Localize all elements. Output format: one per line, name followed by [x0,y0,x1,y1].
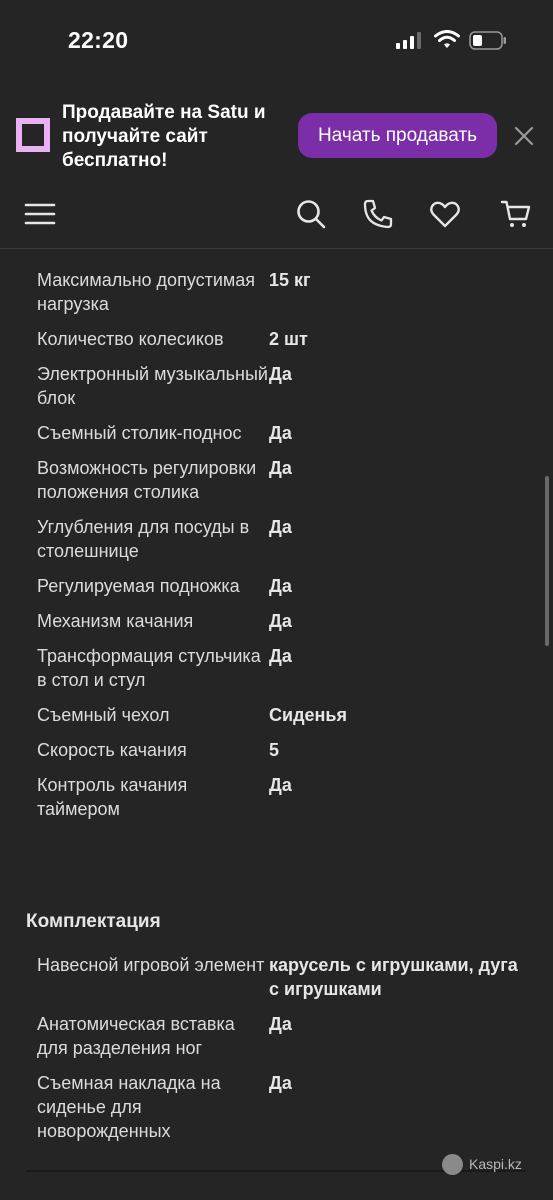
spec-label: Навесной игровой элемент [37,955,265,975]
satu-logo [16,118,50,152]
spec-label: Трансформация стульчика в стол и стул [37,646,261,690]
spec-value: Да [269,1073,292,1093]
spec-row: Контроль качания таймером Да [0,773,553,832]
spec-row: Электронный музыкальный блок Да [0,362,553,421]
heart-icon[interactable] [429,198,461,230]
spec-row: Максимально допустимая нагрузка 15 кг [0,268,553,327]
spec-value: 2 шт [269,329,308,349]
spec-label: Анатомическая вставка для разделения ног [37,1014,235,1058]
spec-row: Скорость качания 5 [0,738,553,773]
spec-value: Да [269,775,292,795]
spec-label: Механизм качания [37,611,194,631]
spec-list: Максимально допустимая нагрузка 15 кг Ко… [0,268,553,832]
banner-text: Продавайте на Satu и получайте сайт бесп… [62,102,266,171]
spec-label: Контроль качания таймером [37,775,188,819]
spec-label: Съемный столик-поднос [37,423,242,443]
spec-value: Да [269,611,292,631]
status-time: 22:20 [68,27,129,53]
kaspi-logo-icon [442,1153,463,1175]
spec-value: Да [269,517,292,537]
start-selling-button[interactable]: Начать продавать [298,113,497,158]
scrollbar-thumb[interactable] [545,476,549,646]
spec-value: 15 кг [269,270,311,290]
menu-icon[interactable] [24,198,56,230]
spec-row: Трансформация стульчика в стол и стул Да [0,644,553,703]
spec-row: Регулируемая подножка Да [0,574,553,609]
cart-icon[interactable] [500,198,532,230]
section-heading: Комплектация [26,911,161,932]
close-icon[interactable] [513,125,535,147]
spec-value: карусель с игрушками, дуга с игрушками [269,955,518,999]
spec-label: Электронный музыкальный блок [37,364,268,408]
status-bar: 22:20 [0,0,553,88]
phone-icon[interactable] [362,198,394,230]
spec-row: Механизм качания Да [0,609,553,644]
wifi-icon [434,30,460,48]
spec-row: Съемный чехол Сиденья [0,703,553,738]
spec-label: Возможность регулировки положения столик… [37,458,257,502]
spec-row: Анатомическая вставка для разделения ног… [0,1012,553,1071]
cellular-signal-icon [396,32,421,49]
spec-row: Съемная накладка на сиденье для новорожд… [0,1071,553,1154]
spec-label: Углубления для посуды в столешнице [37,517,250,561]
spec-value: Да [269,458,292,478]
specs-content: Максимально допустимая нагрузка 15 кг Ко… [0,248,553,1174]
spec-label: Максимально допустимая нагрузка [37,270,256,314]
spec-row: Количество колесиков 2 шт [0,327,553,362]
spec-row: Навесной игровой элемент карусель с игру… [0,953,553,1012]
spec-label: Съемная накладка на сиденье для новорожд… [37,1073,221,1141]
spec-list: Навесной игровой элемент карусель с игру… [0,953,553,1154]
spec-row: Съемный столик-поднос Да [0,421,553,456]
spec-label: Количество колесиков [37,329,224,349]
nav-bar [0,184,553,249]
spec-row: Возможность регулировки положения столик… [0,456,553,515]
spec-value: Да [269,576,292,596]
battery-icon [469,31,506,50]
spec-value: Да [269,364,292,384]
spec-label: Скорость качания [37,740,187,760]
spec-value: Да [269,646,292,666]
spec-value: Да [269,1014,292,1034]
watermark-text: Kaspi.kz [469,1156,522,1172]
watermark: Kaspi.kz [442,1153,522,1175]
spec-value: Да [269,423,292,443]
spec-label: Съемный чехол [37,705,170,725]
spec-value: Сиденья [269,705,347,725]
spec-label: Регулируемая подножка [37,576,240,596]
search-icon[interactable] [295,198,327,230]
spec-value: 5 [269,740,280,760]
spec-row: Углубления для посуды в столешнице Да [0,515,553,574]
cut-off-row [26,248,406,252]
